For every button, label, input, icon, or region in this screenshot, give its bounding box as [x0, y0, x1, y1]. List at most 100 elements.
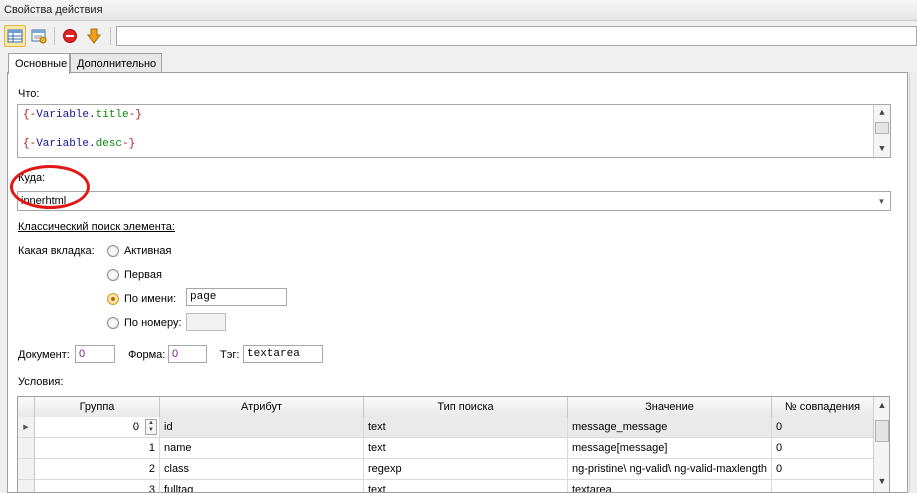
grid-header: Группа Атрибут Тип поиска Значение № сов… — [18, 397, 874, 418]
search-type-cell[interactable]: regexp — [364, 459, 568, 480]
document-input[interactable]: 0 — [75, 345, 115, 363]
scroll-up-icon[interactable]: ▲ — [875, 398, 889, 412]
radio-active[interactable] — [107, 245, 119, 257]
template-open: {- — [23, 109, 37, 121]
window-settings-icon — [31, 29, 47, 44]
what-label: Что: — [18, 88, 40, 100]
attribute-cell[interactable]: fulltag — [160, 480, 364, 492]
dot: . — [89, 138, 96, 150]
search-type-cell[interactable]: text — [364, 480, 568, 492]
scroll-thumb[interactable] — [875, 122, 889, 134]
dot: . — [89, 109, 96, 121]
attribute-cell[interactable]: name — [160, 438, 364, 459]
table-row[interactable]: 2 class regexp ng-pristine\ ng-valid\ ng… — [18, 459, 874, 480]
radio-by-name-label: По имени: — [124, 293, 177, 305]
variable-name: Variable — [36, 109, 90, 121]
stop-button[interactable] — [59, 25, 81, 47]
column-header-attribute[interactable]: Атрибут — [160, 397, 364, 417]
value-cell[interactable]: message_message — [568, 417, 772, 438]
tag-label: Тэг: — [220, 349, 240, 361]
search-type-cell[interactable]: text — [364, 438, 568, 459]
which-tab-label: Какая вкладка: — [18, 245, 95, 257]
tag-input[interactable]: textarea — [243, 345, 323, 363]
textarea-scrollbar[interactable]: ▲ ▼ — [873, 105, 890, 157]
grid-scrollbar[interactable]: ▲ ▼ — [873, 397, 889, 492]
window-title: Свойства действия — [4, 4, 103, 16]
group-cell[interactable]: 2 — [35, 459, 160, 480]
value-cell[interactable]: textarea — [568, 480, 772, 492]
property-name: desc — [95, 138, 123, 150]
arrow-down-icon — [87, 28, 101, 44]
column-header-search-type[interactable]: Тип поиска — [364, 397, 568, 417]
value-cell[interactable]: ng-pristine\ ng-valid\ ng-valid-maxlengt… — [568, 459, 772, 480]
match-cell[interactable] — [772, 480, 874, 492]
window-title-bar: Свойства действия — [0, 0, 917, 21]
tab-label: Дополнительно — [77, 58, 157, 70]
panel-scrollbar[interactable] — [909, 72, 917, 493]
form-input[interactable]: 0 — [168, 345, 207, 363]
search-type-cell[interactable]: text — [364, 417, 568, 438]
tab-main[interactable]: Основные — [8, 53, 70, 74]
table-row[interactable]: 1 name text message[message] 0 — [18, 438, 874, 459]
table-view-button[interactable] — [4, 25, 26, 47]
annotation-circle — [10, 165, 90, 209]
radio-by-number-label: По номеру: — [124, 317, 182, 329]
scroll-down-icon[interactable]: ▼ — [875, 474, 889, 488]
table-row[interactable]: ▶ 0 ▲ ▼ id text message_message 0 — [18, 417, 874, 438]
code-line: {-Variable.desc-} — [23, 138, 135, 150]
radio-by-name[interactable] — [107, 293, 119, 305]
tab-additional[interactable]: Дополнительно — [70, 53, 162, 73]
row-indicator — [18, 459, 35, 480]
match-cell[interactable]: 0 — [772, 417, 874, 438]
group-cell[interactable]: 0 ▲ ▼ — [35, 417, 160, 438]
row-indicator — [18, 438, 35, 459]
by-number-input[interactable] — [186, 313, 226, 331]
toolbar-separator — [54, 27, 55, 45]
match-cell[interactable]: 0 — [772, 438, 874, 459]
template-close: -} — [128, 109, 142, 121]
row-pointer-icon: ▶ — [18, 417, 35, 438]
toolbar — [0, 22, 917, 50]
row-indicator — [18, 480, 35, 492]
property-name: title — [95, 109, 129, 121]
by-name-input[interactable]: page — [186, 288, 287, 306]
group-cell[interactable]: 1 — [35, 438, 160, 459]
radio-active-label: Активная — [124, 245, 172, 257]
tab-label: Основные — [15, 58, 68, 70]
scroll-down-icon[interactable]: ▼ — [875, 142, 889, 156]
match-cell[interactable]: 0 — [772, 459, 874, 480]
row-indicator-header — [18, 397, 35, 417]
toolbar-input[interactable] — [116, 26, 917, 46]
radio-first[interactable] — [107, 269, 119, 281]
column-header-value[interactable]: Значение — [568, 397, 772, 417]
template-close: -} — [122, 138, 136, 150]
conditions-grid: Группа Атрибут Тип поиска Значение № сов… — [17, 396, 890, 493]
window-settings-button[interactable] — [28, 25, 50, 47]
table-row[interactable]: 3 fulltag text textarea — [18, 480, 874, 492]
radio-first-label: Первая — [124, 269, 162, 281]
classic-search-header: Классический поиск элемента: — [18, 221, 175, 233]
column-header-group[interactable]: Группа — [35, 397, 160, 417]
template-open: {- — [23, 138, 37, 150]
scroll-thumb[interactable] — [875, 420, 889, 442]
conditions-label: Условия: — [18, 376, 64, 388]
what-textarea[interactable]: {-Variable.title-} {-Variable.desc-} ▲ ▼ — [17, 104, 891, 158]
value-cell[interactable]: message[message] — [568, 438, 772, 459]
toolbar-separator — [110, 27, 111, 45]
column-header-match-number[interactable]: № совпадения — [772, 397, 874, 417]
table-view-icon — [7, 29, 23, 43]
chevron-down-icon[interactable]: ▼ — [873, 192, 890, 210]
move-down-button[interactable] — [83, 25, 105, 47]
attribute-cell[interactable]: id — [160, 417, 364, 438]
document-label: Документ: — [18, 349, 70, 361]
group-cell[interactable]: 3 — [35, 480, 160, 492]
attribute-cell[interactable]: class — [160, 459, 364, 480]
stop-icon — [63, 29, 77, 43]
group-value: 0 — [132, 421, 139, 433]
code-line: {-Variable.title-} — [23, 109, 142, 121]
radio-by-number[interactable] — [107, 317, 119, 329]
scroll-up-icon[interactable]: ▲ — [875, 106, 889, 120]
form-label: Форма: — [128, 349, 166, 361]
spin-button[interactable]: ▲ ▼ — [145, 419, 157, 435]
where-combobox[interactable]: innerhtml ▼ — [17, 191, 891, 211]
